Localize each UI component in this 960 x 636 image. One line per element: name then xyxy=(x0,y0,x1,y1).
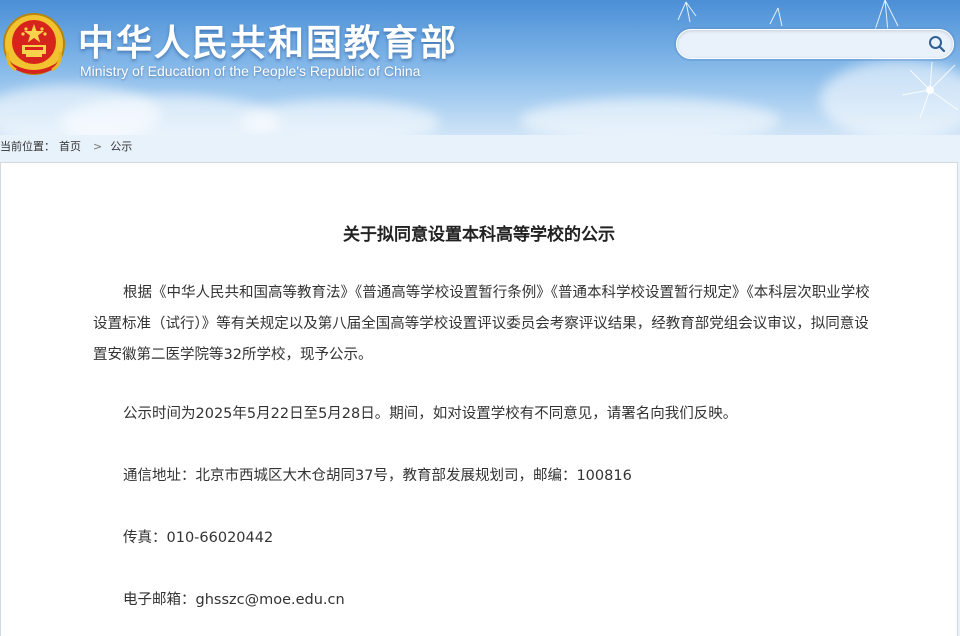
breadcrumb-home-link[interactable]: 首页 xyxy=(59,140,81,153)
article-paragraph-address: 通信地址：北京市西城区大木仓胡同37号，教育部发展规划司，邮编：100816 xyxy=(123,468,632,484)
national-emblem-icon xyxy=(3,13,65,75)
search-icon[interactable] xyxy=(927,34,947,54)
search-box[interactable] xyxy=(676,29,954,59)
search-input[interactable] xyxy=(689,34,923,56)
article-panel: 关于拟同意设置本科高等学校的公示 根据《中华人民共和国高等教育法》《普通高等学校… xyxy=(0,162,958,636)
breadcrumb-current-link[interactable]: 公示 xyxy=(110,140,132,153)
site-title: 中华人民共和国教育部 xyxy=(78,23,459,64)
article-paragraph-fax: 传真：010-66020442 xyxy=(123,530,274,546)
breadcrumb-separator: > xyxy=(93,140,103,153)
article-title: 关于拟同意设置本科高等学校的公示 xyxy=(343,225,615,245)
site-subtitle: Ministry of Education of the People's Re… xyxy=(80,63,421,79)
site-header: 中华人民共和国教育部 Ministry of Education of the … xyxy=(0,0,960,135)
article-paragraph-period: 公示时间为2025年5月22日至5月28日。期间，如对设置学校有不同意见，请署名… xyxy=(123,406,738,422)
breadcrumb: 当前位置： 首页 > 公示 xyxy=(0,138,136,154)
cloud-decoration xyxy=(240,100,440,135)
breadcrumb-prefix: 当前位置： xyxy=(0,140,55,153)
article-paragraph-legal-basis: 根据《中华人民共和国高等教育法》《普通高等学校设置暂行条例》《普通本科学校设置暂… xyxy=(93,285,870,363)
article-paragraph-email: 电子邮箱：ghsszc@moe.edu.cn xyxy=(123,592,345,608)
dandelion-decoration-icon xyxy=(677,0,959,119)
